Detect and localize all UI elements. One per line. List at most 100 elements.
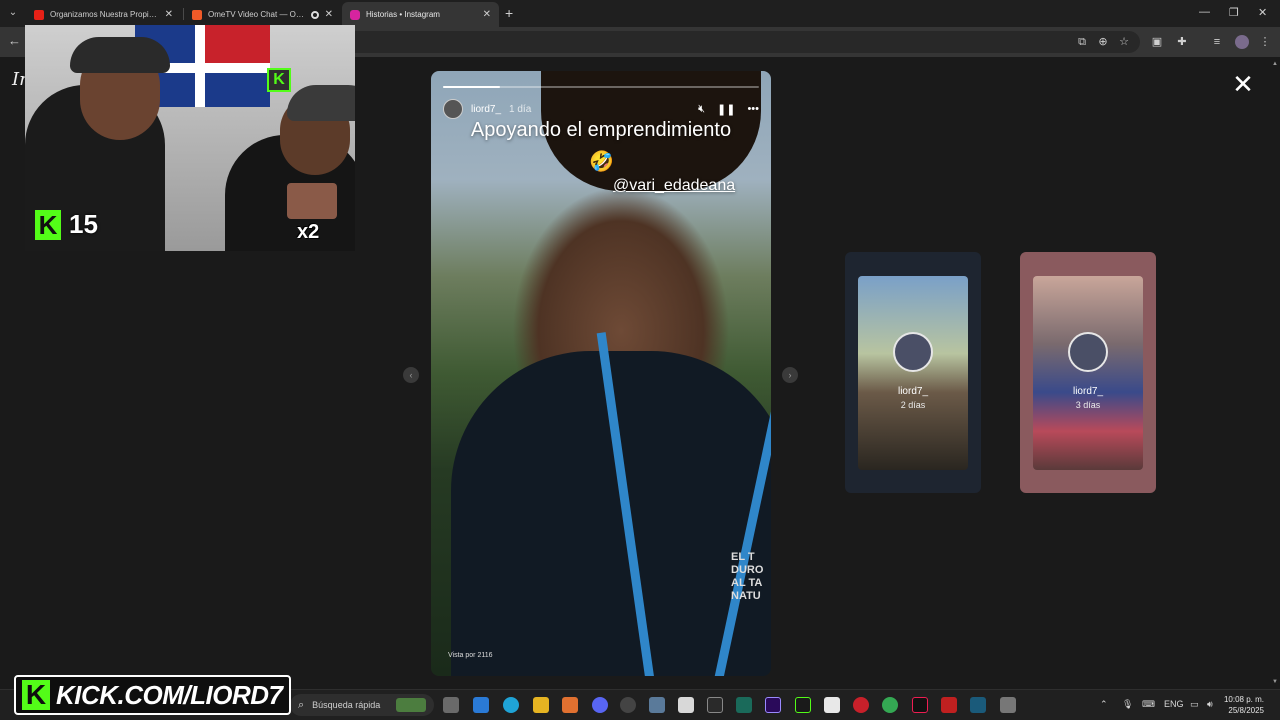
app-icon[interactable] — [1000, 697, 1016, 713]
clock-date: 25/8/2025 — [1228, 706, 1264, 715]
tab-title: Organizamos Nuestra Propia V... — [50, 10, 159, 19]
kick-channel-url: KICK.COM/LIORD7 — [56, 679, 283, 710]
previous-story-icon[interactable]: ‹ — [403, 367, 419, 383]
next-story-preview[interactable]: liord7_ 3 días — [1020, 252, 1156, 493]
youtube-favicon-icon — [34, 9, 44, 20]
volume-icon[interactable]: 🔊︎ — [1207, 699, 1213, 710]
taskbar-search[interactable]: ⌕ Búsqueda rápida — [290, 694, 434, 716]
webcam-overlay: K K 15 x2 — [25, 25, 355, 251]
app-icon[interactable] — [824, 697, 840, 713]
flag-red-quarter — [205, 25, 270, 63]
story-caption: Apoyando el emprendimiento — [470, 119, 732, 141]
guest-cap — [287, 85, 355, 121]
reading-list-icon[interactable]: ≡ — [1210, 35, 1224, 49]
keyboard-icon[interactable]: ⌨ — [1142, 699, 1155, 710]
preview-username: liord7_ — [897, 386, 929, 397]
scroll-up-icon[interactable]: ▲ — [1272, 61, 1278, 67]
app-icon[interactable] — [562, 697, 578, 713]
kick-count-value: 15 — [69, 209, 98, 239]
more-options-icon[interactable]: ••• — [747, 103, 759, 115]
epic-games-icon[interactable] — [707, 697, 723, 713]
close-tab-icon[interactable]: ✕ — [325, 9, 333, 20]
app-icon[interactable] — [620, 697, 636, 713]
tab-search-chevron-icon[interactable]: ⌄ — [4, 4, 22, 22]
app-icon[interactable] — [853, 697, 869, 713]
scrollbar[interactable]: ▲ ▼ — [1272, 57, 1278, 689]
mute-icon[interactable]: 🔇︎ — [698, 103, 705, 116]
microphone-icon[interactable]: 🎙︎ — [1122, 699, 1133, 710]
tab-ometv[interactable]: OmeTV Video Chat — Ome ✕ — [184, 2, 341, 27]
cast-icon[interactable]: ⧉ — [1075, 35, 1089, 49]
tab-title: OmeTV Video Chat — Ome — [208, 10, 307, 19]
app-icon[interactable] — [678, 697, 694, 713]
system-clock[interactable]: 10:08 p. m. 25/8/2025 — [1222, 694, 1264, 716]
preview-time: 3 días — [1075, 400, 1101, 410]
edge-icon[interactable] — [503, 697, 519, 713]
file-explorer-icon[interactable] — [533, 697, 549, 713]
plus-icon[interactable]: + — [505, 5, 513, 21]
bookmark-star-icon[interactable]: ☆ — [1117, 35, 1131, 49]
instagram-favicon-icon — [350, 9, 360, 20]
story-mention-link[interactable]: @vari_edadeana — [613, 177, 735, 195]
discord-icon[interactable] — [592, 697, 608, 713]
story-progress-fill — [443, 86, 500, 88]
story-progress-bar — [443, 86, 759, 88]
zoom-icon[interactable]: ⊕ — [1096, 35, 1110, 49]
premiere-icon[interactable] — [765, 697, 781, 713]
active-story[interactable]: EL T DURO AL TA NATU liord7_ 1 día 🔇︎ ❚❚… — [431, 71, 771, 676]
story-time: 1 día — [509, 103, 532, 115]
puzzle-icon[interactable]: ✚ — [1175, 35, 1189, 49]
app-icon[interactable] — [649, 697, 665, 713]
preview-thumbnail — [1033, 276, 1143, 470]
profile-avatar[interactable] — [1235, 35, 1249, 49]
back-arrow-icon[interactable]: ← — [8, 33, 21, 48]
store-icon[interactable] — [473, 697, 489, 713]
task-view-icon[interactable] — [443, 697, 459, 713]
search-placeholder: Búsqueda rápida — [312, 700, 381, 710]
tab-youtube[interactable]: Organizamos Nuestra Propia V... ✕ — [26, 2, 181, 27]
show-hidden-icons-icon[interactable]: ⌃ — [1100, 699, 1108, 710]
address-bar[interactable] — [320, 31, 1140, 53]
more-menu-icon[interactable]: ⋮ — [1258, 35, 1272, 49]
network-icon[interactable]: ▭ — [1190, 699, 1199, 710]
tiktok-icon[interactable] — [912, 697, 928, 713]
clock-time: 10:08 p. m. — [1223, 695, 1264, 704]
close-viewer-icon[interactable]: ✕ — [1232, 71, 1254, 97]
search-highlight-image — [396, 698, 426, 712]
search-icon: ⌕ — [298, 698, 305, 711]
preview-time: 2 días — [900, 400, 926, 410]
story-avatar[interactable] — [443, 99, 463, 119]
preview-username: liord7_ — [1072, 386, 1104, 397]
app-icon[interactable] — [795, 697, 811, 713]
tab-instagram[interactable]: Historias • Instagram ✕ — [342, 2, 499, 27]
kick-channel-banner: K KICK.COM/LIORD7 — [14, 675, 291, 715]
language-indicator[interactable]: ENG — [1164, 699, 1184, 709]
laughing-emoji: 🤣 — [589, 151, 614, 173]
recording-indicator-icon — [310, 10, 319, 19]
shirt-print-text: EL T DURO AL TA NATU — [731, 551, 764, 602]
scroll-down-icon[interactable]: ▼ — [1272, 679, 1278, 685]
preview-avatar — [893, 332, 933, 372]
minimize-icon[interactable]: — — [1199, 6, 1210, 18]
extension-icon[interactable]: ▣ — [1150, 35, 1164, 49]
story-controls: 🔇︎ ❚❚ ••• — [698, 103, 759, 116]
preview-thumbnail — [858, 276, 968, 470]
story-username[interactable]: liord7_ — [471, 104, 501, 115]
close-tab-icon[interactable]: ✕ — [483, 9, 491, 20]
restore-icon[interactable]: ❐ — [1229, 6, 1239, 19]
app-icon[interactable] — [736, 697, 752, 713]
streamer-cap — [70, 37, 170, 73]
story-view-count[interactable]: Vista por 2116 — [448, 652, 493, 659]
reaction-multiplier: x2 — [297, 221, 320, 243]
reaction-sticker — [287, 183, 337, 219]
app-icon[interactable] — [970, 697, 986, 713]
ometv-favicon-icon — [192, 9, 202, 20]
close-tab-icon[interactable]: ✕ — [165, 9, 173, 20]
pause-icon[interactable]: ❚❚ — [717, 103, 735, 116]
next-story-icon[interactable]: › — [782, 367, 798, 383]
chrome-icon[interactable] — [882, 697, 898, 713]
close-window-icon[interactable]: ✕ — [1258, 6, 1267, 19]
app-icon[interactable] — [941, 697, 957, 713]
next-story-preview[interactable]: liord7_ 2 días — [845, 252, 981, 493]
kick-logo-icon: K — [22, 680, 50, 710]
